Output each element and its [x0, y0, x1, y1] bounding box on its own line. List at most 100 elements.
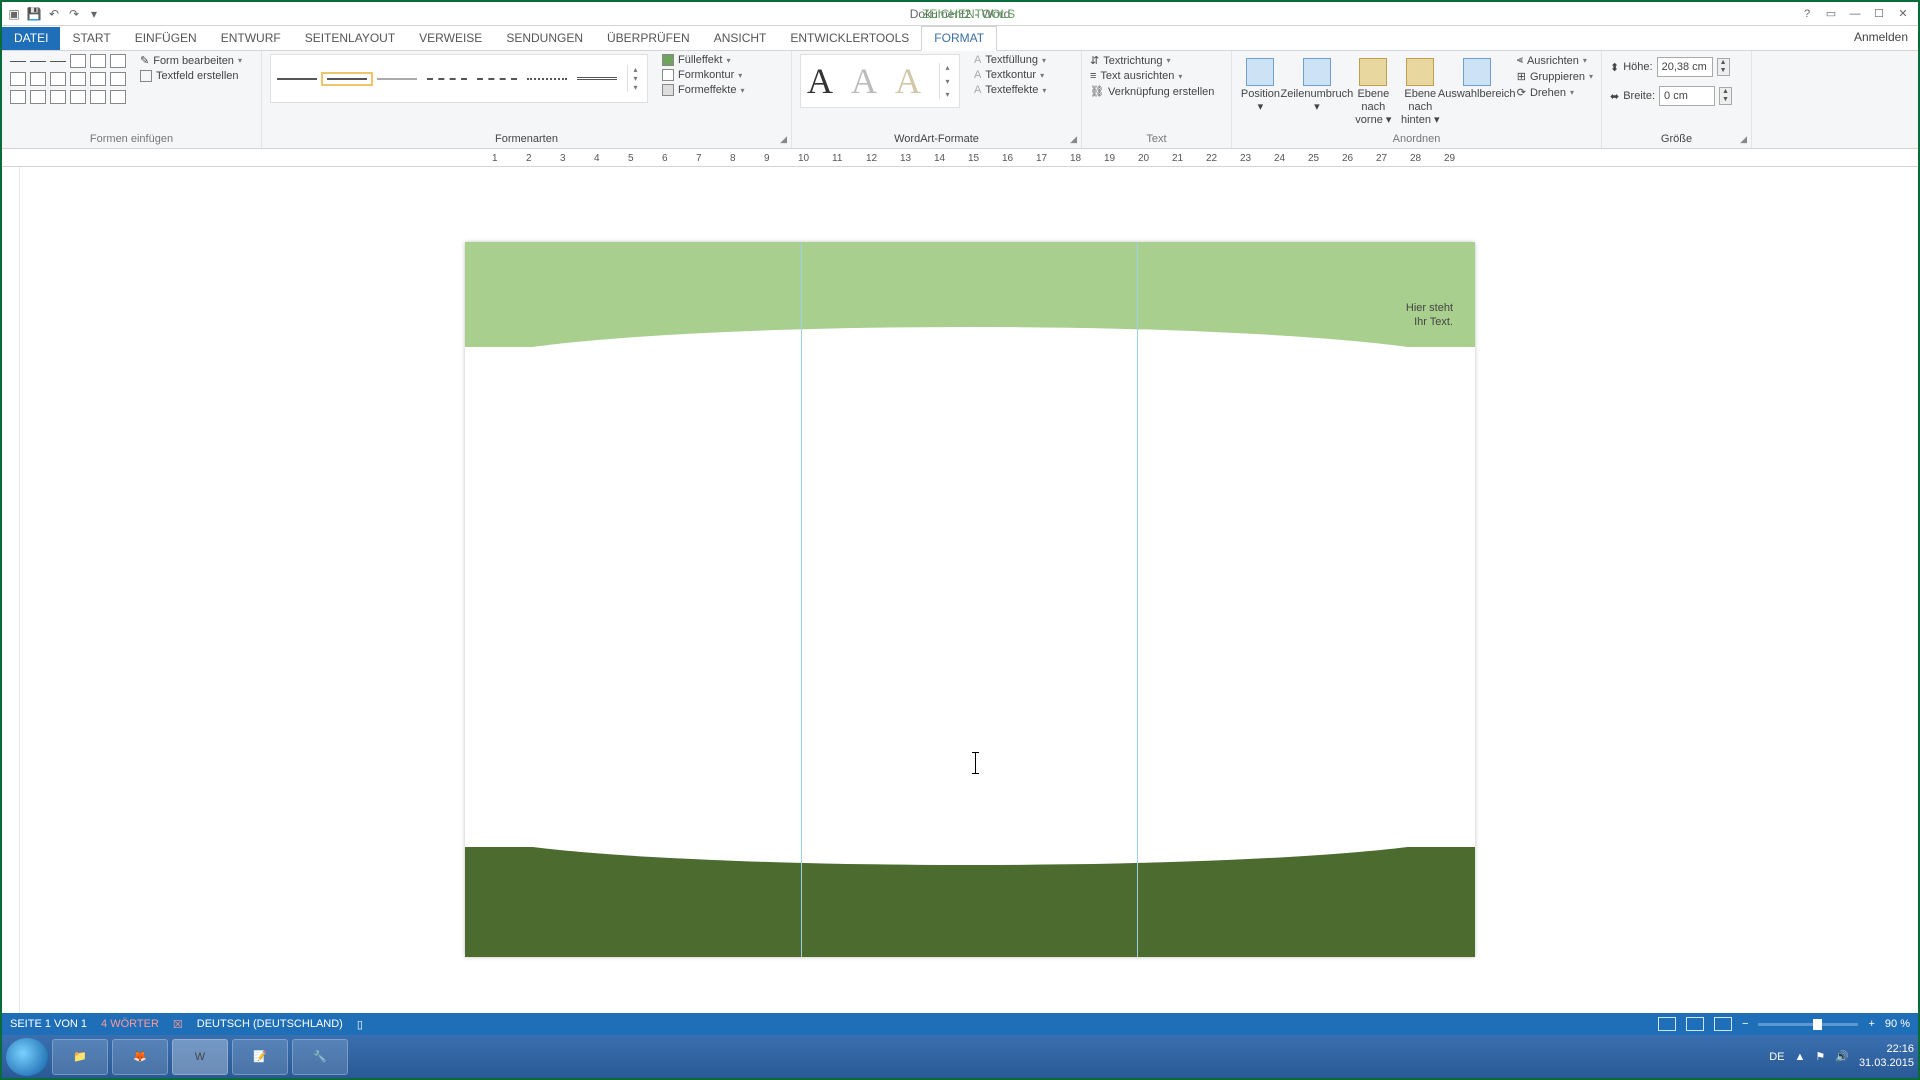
formkontur-button[interactable]: Formkontur▾ [662, 69, 745, 81]
texteffekte-button: ATexteffekte▾ [974, 84, 1046, 96]
gallery-more-icon[interactable]: ▴▾▾ [627, 65, 641, 92]
group-label: Text [1090, 133, 1223, 147]
taskbar-app[interactable]: 🔧 [292, 1039, 348, 1075]
group-anordnen: Position▾ Zeilenumbruch▾ Ebene nach vorn… [1232, 51, 1602, 148]
close-icon[interactable]: ✕ [1892, 5, 1914, 23]
ribbon: ✎Form bearbeiten▾ Textfeld erstellen For… [2, 51, 1918, 149]
taskbar-explorer[interactable]: 📁 [52, 1039, 108, 1075]
status-language[interactable]: DEUTSCH (DEUTSCHLAND) [197, 1018, 343, 1030]
tab-einfugen[interactable]: EINFÜGEN [123, 27, 209, 50]
group-label: Formen einfügen [10, 133, 253, 147]
width-label: Breite: [1623, 90, 1655, 102]
zoom-out-icon[interactable]: − [1742, 1018, 1748, 1030]
verknupfung-button: ⛓Verknüpfung erstellen [1090, 85, 1214, 98]
tab-ansicht[interactable]: ANSICHT [702, 27, 779, 50]
width-input[interactable] [1659, 86, 1715, 106]
taskbar-notes[interactable]: 📝 [232, 1039, 288, 1075]
qat-more-icon[interactable]: ▾ [86, 6, 102, 22]
tray-lang[interactable]: DE [1769, 1051, 1784, 1063]
ruler-vertical[interactable] [2, 167, 20, 1043]
placeholder-text[interactable]: Hier steht Ihr Text. [1406, 302, 1453, 330]
taskbar: 📁 🦊 W 📝 🔧 DE ▲ ⚑ 🔊 22:1631.03.2015 [2, 1035, 1918, 1078]
position-button[interactable]: Position▾ [1240, 54, 1281, 114]
zoom-in-icon[interactable]: + [1868, 1018, 1874, 1030]
maximize-icon[interactable]: ☐ [1868, 5, 1890, 23]
minimize-icon[interactable]: — [1844, 5, 1866, 23]
tab-uberprufen[interactable]: ÜBERPRÜFEN [595, 27, 702, 50]
textfeld-erstellen-button[interactable]: Textfeld erstellen [140, 70, 242, 82]
zeilenumbruch-button[interactable]: Zeilenumbruch▾ [1287, 54, 1347, 114]
tab-start[interactable]: START [60, 27, 122, 50]
group-label: Anordnen [1240, 133, 1593, 147]
zoom-value[interactable]: 90 % [1885, 1018, 1910, 1030]
shape-style-gallery[interactable]: ▴▾▾ [270, 54, 648, 103]
auswahlbereich-button[interactable]: Auswahlbereich [1447, 54, 1507, 101]
tab-format[interactable]: FORMAT [921, 26, 997, 51]
group-grosse: ⬍ Höhe: ▲▼ ⬌ Breite: ▲▼ Größe◢ [1602, 51, 1752, 148]
start-button[interactable] [6, 1038, 48, 1076]
view-print-icon[interactable] [1686, 1017, 1704, 1031]
launcher-icon[interactable]: ◢ [1070, 134, 1077, 145]
tab-seitenlayout[interactable]: SEITENLAYOUT [293, 27, 407, 50]
width-spinner[interactable]: ▲▼ [1719, 87, 1732, 105]
tray-network-icon[interactable]: ⚑ [1815, 1050, 1825, 1063]
status-bar: SEITE 1 VON 1 4 WÖRTER ☒ DEUTSCH (DEUTSC… [2, 1013, 1918, 1035]
launcher-icon[interactable]: ◢ [1740, 134, 1747, 145]
undo-icon[interactable]: ↶ [46, 6, 62, 22]
ribbon-tabs: DATEI START EINFÜGEN ENTWURF SEITENLAYOU… [2, 26, 1918, 51]
status-macro[interactable]: ☒ [173, 1018, 183, 1031]
fulleffekt-button[interactable]: Fülleffekt▾ [662, 54, 745, 66]
zoom-slider[interactable] [1758, 1023, 1858, 1026]
group-wordart: A A A ▴▾▾ ATextfüllung▾ ATextkontur▾ ATe… [792, 51, 1082, 148]
taskbar-word[interactable]: W [172, 1039, 228, 1075]
drehen-button[interactable]: ⟳Drehen▾ [1517, 86, 1593, 99]
wordart-gallery[interactable]: A A A ▴▾▾ [800, 54, 960, 108]
fold-guide [801, 242, 802, 957]
save-icon[interactable]: 💾 [26, 6, 42, 22]
top-shape[interactable] [465, 242, 1475, 347]
fold-guide [1137, 242, 1138, 957]
tray-up-icon[interactable]: ▲ [1794, 1051, 1805, 1063]
width-icon: ⬌ [1610, 90, 1619, 103]
status-page[interactable]: SEITE 1 VON 1 [10, 1018, 87, 1030]
text-cursor [975, 752, 976, 774]
bottom-shape[interactable] [465, 847, 1475, 957]
document-area[interactable]: Hier steht Ihr Text. [20, 167, 1918, 1043]
height-label: Höhe: [1623, 61, 1652, 73]
tray-clock[interactable]: 22:1631.03.2015 [1859, 1043, 1914, 1069]
ribbon-options-icon[interactable]: ▭ [1820, 5, 1842, 23]
view-web-icon[interactable] [1714, 1017, 1732, 1031]
ausrichten-button[interactable]: ⫷Ausrichten▾ [1517, 54, 1593, 67]
tab-verweise[interactable]: VERWEISE [407, 27, 494, 50]
contextual-tab-title: ZEICHENTOOLS [922, 7, 1015, 21]
height-input[interactable] [1657, 57, 1713, 77]
height-icon: ⬍ [1610, 61, 1619, 74]
launcher-icon[interactable]: ◢ [780, 134, 787, 145]
tray-sound-icon[interactable]: 🔊 [1835, 1050, 1849, 1063]
tab-file[interactable]: DATEI [2, 27, 60, 50]
form-bearbeiten-button: ✎Form bearbeiten▾ [140, 54, 242, 67]
system-tray[interactable]: DE ▲ ⚑ 🔊 22:1631.03.2015 [1769, 1043, 1914, 1069]
ebene-hinten-button[interactable]: Ebene nach hinten ▾ [1400, 54, 1441, 128]
textkontur-button: ATextkontur▾ [974, 69, 1046, 81]
tab-entwurf[interactable]: ENTWURF [209, 27, 293, 50]
tab-sendungen[interactable]: SENDUNGEN [494, 27, 595, 50]
group-label: Formenarten◢ [270, 133, 783, 147]
ebene-vorne-button[interactable]: Ebene nach vorne ▾ [1353, 54, 1394, 128]
ruler-horizontal[interactable]: 1234567891011121314151617181920212223242… [2, 149, 1918, 167]
gallery-more-icon[interactable]: ▴▾▾ [939, 63, 953, 99]
formeffekte-button[interactable]: Formeffekte▾ [662, 84, 745, 96]
redo-icon[interactable]: ↷ [66, 6, 82, 22]
tab-entwicklertools[interactable]: ENTWICKLERTOOLS [778, 27, 921, 50]
group-formen-einfugen: ✎Form bearbeiten▾ Textfeld erstellen For… [2, 51, 262, 148]
status-words[interactable]: 4 WÖRTER [101, 1018, 159, 1030]
height-spinner[interactable]: ▲▼ [1717, 58, 1730, 76]
shapes-gallery[interactable] [10, 54, 128, 106]
taskbar-firefox[interactable]: 🦊 [112, 1039, 168, 1075]
status-insert-icon[interactable]: ▯ [357, 1018, 363, 1031]
text-ausrichten-button: ≡Text ausrichten▾ [1090, 70, 1214, 82]
signin-link[interactable]: Anmelden [1854, 30, 1908, 44]
page[interactable]: Hier steht Ihr Text. [465, 242, 1475, 957]
help-icon[interactable]: ? [1796, 5, 1818, 23]
view-read-icon[interactable] [1658, 1017, 1676, 1031]
